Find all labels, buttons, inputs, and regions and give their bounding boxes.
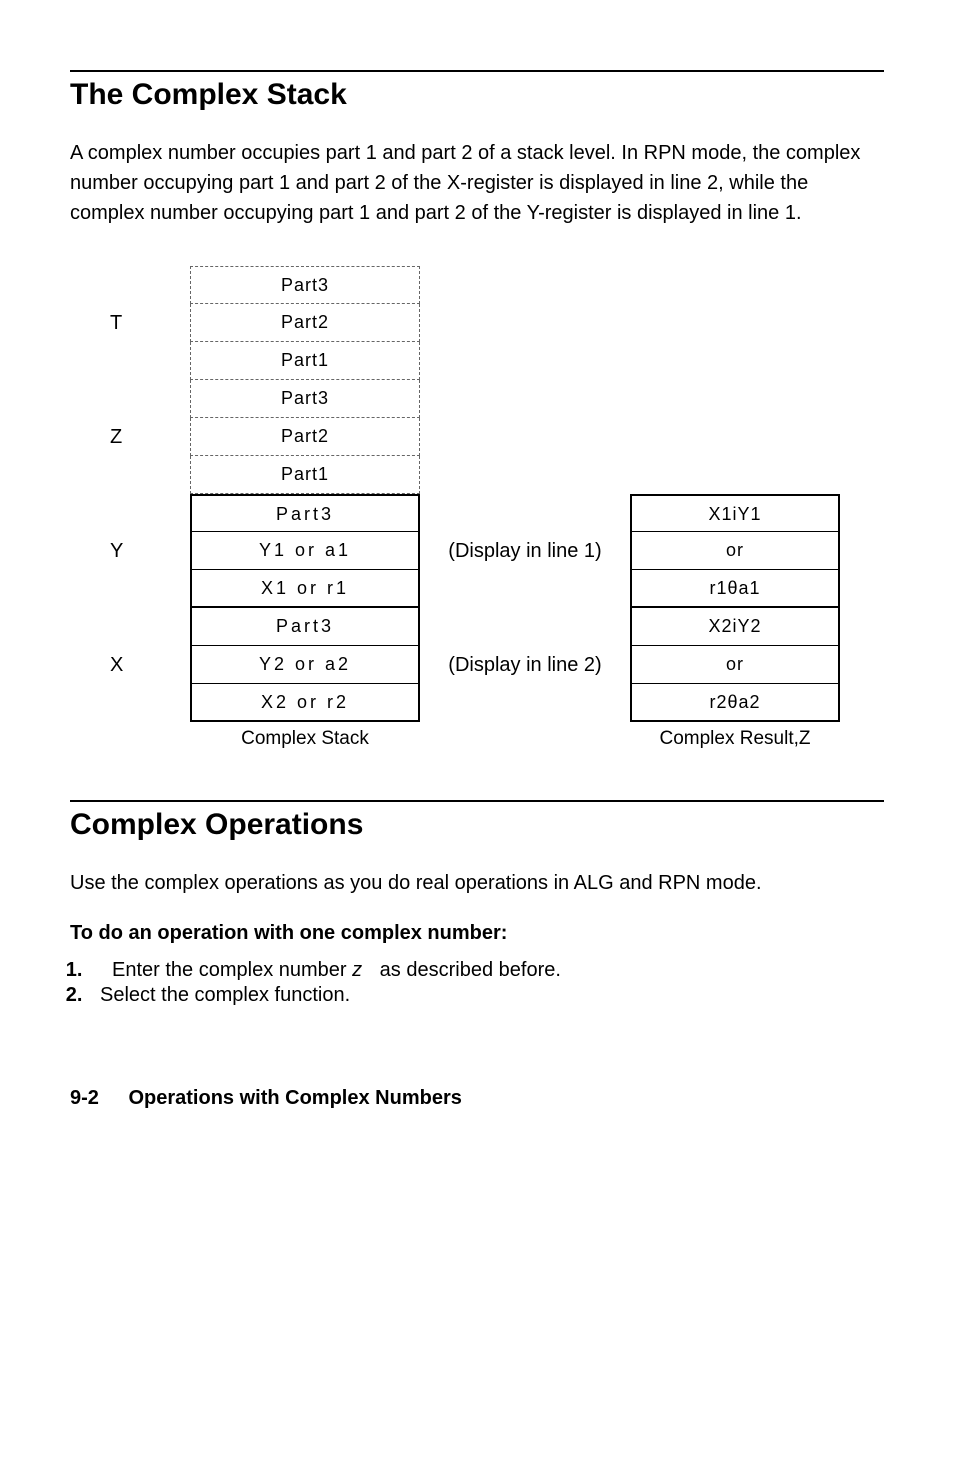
footer-title: Operations with Complex Numbers (128, 1087, 461, 1109)
Y-display-note: (Display in line 1) (420, 540, 630, 563)
Z-part2: Part2 (190, 418, 420, 456)
section1-title: The Complex Stack (70, 78, 884, 112)
reg-label-X: X (110, 654, 190, 677)
complex-stack-diagram: T Part3 Part2 Part1 Z Part3 Part2 Part1 … (110, 266, 884, 750)
X-part1: X2 or r2 (190, 684, 420, 722)
X-result1: r2θa2 (630, 684, 840, 722)
result-caption: Complex Result,Z (630, 728, 840, 750)
page-footer: 9-2 Operations with Complex Numbers (70, 1087, 884, 1110)
Z-part1: Part1 (190, 456, 420, 494)
X-part2: Y2 or a2 (190, 646, 420, 684)
Y-part3: Part3 (190, 494, 420, 532)
section-rule (70, 70, 884, 72)
Y-part1: X1 or r1 (190, 570, 420, 608)
section1-paragraph: A complex number occupies part 1 and par… (70, 138, 884, 228)
X-display-note: (Display in line 2) (420, 654, 630, 677)
X-result2: or (630, 646, 840, 684)
T-part1: Part1 (190, 342, 420, 380)
section2-paragraph: Use the complex operations as you do rea… (70, 868, 884, 898)
section-rule-2 (70, 800, 884, 802)
step1-a: Enter the complex number (100, 959, 352, 981)
X-result3: X2iY2 (630, 608, 840, 646)
reg-label-T: T (110, 312, 190, 335)
step1-z: z (352, 959, 362, 981)
T-part2: Part2 (190, 304, 420, 342)
reg-label-Z: Z (110, 426, 190, 449)
step-2: Select the complex function. (88, 984, 884, 1007)
section2-title: Complex Operations (70, 808, 884, 842)
step-1: Enter the complex number z as described … (88, 959, 884, 982)
page-number: 9-2 (70, 1087, 99, 1109)
X-part3: Part3 (190, 608, 420, 646)
Y-result1: r1θa1 (630, 570, 840, 608)
Y-result2: or (630, 532, 840, 570)
T-part3: Part3 (190, 266, 420, 304)
steps-list: Enter the complex number z as described … (70, 959, 884, 1007)
Y-part2: Y1 or a1 (190, 532, 420, 570)
stack-caption: Complex Stack (190, 728, 420, 750)
section2-subhead: To do an operation with one complex numb… (70, 922, 884, 945)
step1-b: as described before. (362, 959, 561, 981)
Y-result3: X1iY1 (630, 494, 840, 532)
Z-part3: Part3 (190, 380, 420, 418)
step2-text: Select the complex function. (88, 984, 350, 1006)
reg-label-Y: Y (110, 540, 190, 563)
